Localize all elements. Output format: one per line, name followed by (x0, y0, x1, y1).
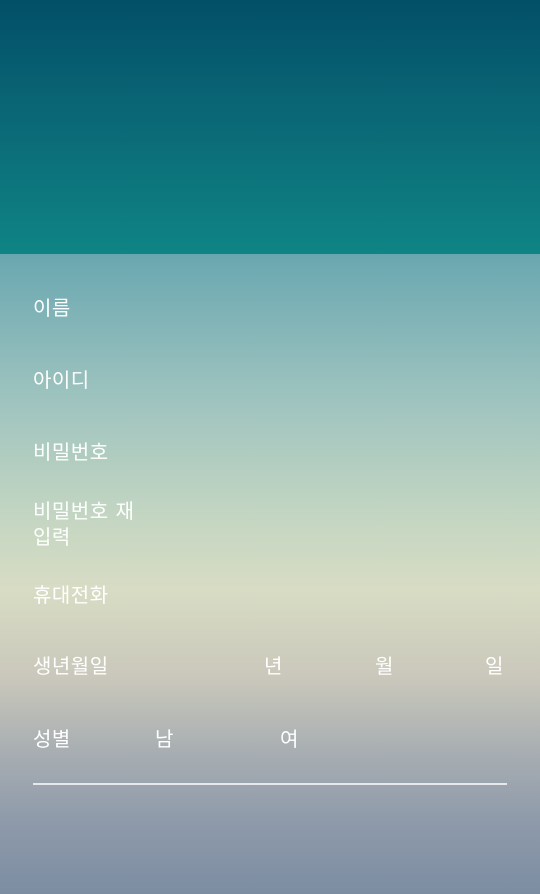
header-banner (0, 0, 540, 254)
form-divider (33, 783, 507, 785)
birth-day-unit: 일 (485, 654, 504, 678)
birth-year-unit: 년 (264, 654, 283, 678)
phone-input[interactable] (153, 578, 507, 612)
birth-day-input[interactable] (405, 649, 481, 683)
gender-label: 성별 (33, 727, 71, 751)
birth-month-input[interactable] (293, 649, 373, 683)
id-input[interactable] (153, 363, 507, 397)
id-label: 아이디 (33, 368, 90, 392)
birth-label: 생년월일 (33, 654, 109, 678)
password-confirm-input[interactable] (153, 507, 507, 541)
password-confirm-label: 비밀번호 재입력 (33, 499, 135, 549)
phone-label: 휴대전화 (33, 583, 109, 607)
name-input[interactable] (153, 291, 507, 325)
gender-female-option[interactable]: 여 (280, 726, 298, 752)
birth-year-input[interactable] (153, 649, 258, 683)
name-label: 이름 (33, 296, 71, 320)
password-input[interactable] (153, 435, 507, 469)
password-label: 비밀번호 (33, 440, 109, 464)
birth-month-unit: 월 (375, 654, 394, 678)
gender-male-option[interactable]: 남 (155, 726, 173, 752)
